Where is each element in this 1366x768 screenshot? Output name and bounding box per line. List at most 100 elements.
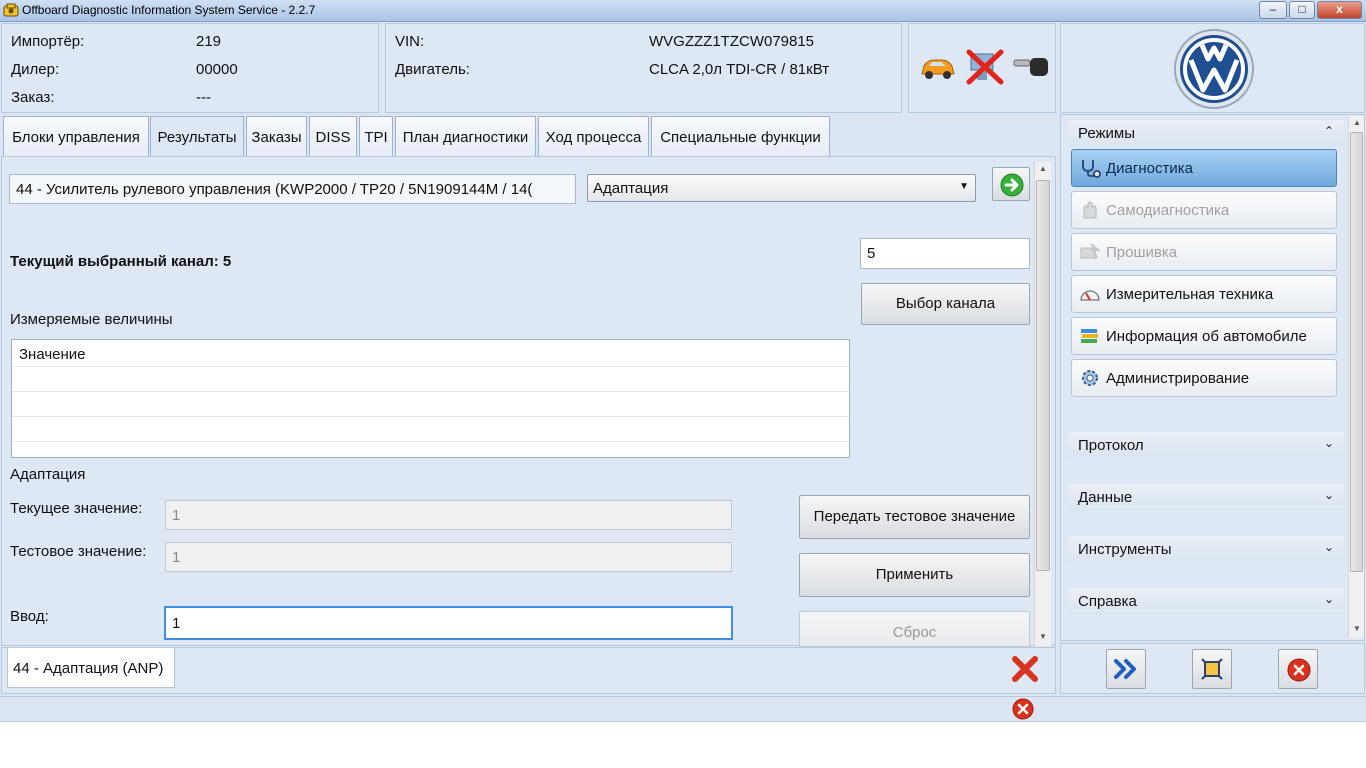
select-channel-button[interactable]: Выбор канала	[861, 283, 1030, 325]
order-label: Заказ:	[11, 89, 55, 106]
sidebar-item-self-diagnosis[interactable]: Самодиагностика	[1071, 191, 1337, 229]
current-channel-text: Текущий выбранный канал: 5	[10, 253, 232, 270]
modes-header-label: Режимы	[1078, 125, 1136, 142]
chevron-up-icon: ⌃	[1323, 124, 1334, 138]
function-select-value: Адаптация	[593, 180, 669, 197]
test-value-field: 1	[165, 542, 732, 572]
sidebar-item-vehicle-info[interactable]: Информация об автомобиле	[1071, 317, 1337, 355]
function-select[interactable]: Адаптация ▼	[587, 174, 976, 202]
vin-value: WVGZZZ1TZCW079815	[649, 33, 815, 50]
table-header-value: Значение	[19, 346, 86, 363]
control-unit-field: 44 - Усилитель рулевого управления (KWP2…	[9, 174, 576, 204]
tab-diagnostic-plan[interactable]: План диагностики	[395, 116, 536, 156]
measured-values-table: Значение	[11, 339, 850, 458]
title-bar: Offboard Diagnostic Information System S…	[0, 0, 1366, 22]
data-section[interactable]: Данные ⌄	[1068, 484, 1344, 510]
apply-button[interactable]: Применить	[799, 553, 1030, 597]
tab-orders[interactable]: Заказы	[246, 116, 307, 156]
sidebar-item-label: Диагностика	[1106, 160, 1193, 177]
section-label: Инструменты	[1078, 541, 1172, 558]
table-row-divider	[12, 366, 849, 367]
reset-button[interactable]: Сброс	[799, 611, 1030, 647]
sidebar-item-diagnostics[interactable]: Диагностика	[1071, 149, 1337, 187]
sidebar-item-label: Измерительная техника	[1106, 286, 1274, 303]
tab-diss[interactable]: DISS	[309, 116, 357, 156]
go-button[interactable]	[992, 167, 1030, 201]
frame-icon	[1201, 658, 1223, 680]
close-window-button[interactable]: x	[1317, 1, 1362, 19]
window-title: Offboard Diagnostic Information System S…	[22, 3, 316, 17]
scroll-up-icon[interactable]: ▲	[1353, 118, 1361, 127]
engine-value: CLCA 2,0л TDI-CR / 81кВт	[649, 61, 830, 78]
chevron-down-icon: ⌄	[1323, 540, 1334, 554]
screenshot-button[interactable]	[1192, 649, 1232, 689]
test-value-label: Тестовое значение:	[10, 543, 147, 560]
table-row-divider	[12, 441, 849, 442]
current-value-field: 1	[165, 500, 732, 530]
tab-results[interactable]: Результаты	[150, 116, 244, 156]
dealer-value: 00000	[196, 61, 238, 78]
close-circle-icon	[1287, 658, 1311, 682]
adaptation-input[interactable]: 1	[164, 606, 733, 640]
vehicle-info-panel: VIN: WVGZZZ1TZCW079815 Двигатель: CLCA 2…	[385, 23, 902, 113]
section-label: Справка	[1078, 593, 1137, 610]
tools-section[interactable]: Инструменты ⌄	[1068, 536, 1344, 562]
sidebar-item-administration[interactable]: Администрирование	[1071, 359, 1337, 397]
books-icon	[1081, 329, 1098, 343]
dealer-label: Дилер:	[11, 61, 60, 78]
gear-icon	[1082, 370, 1098, 386]
tab-tpi[interactable]: TPI	[359, 116, 393, 156]
help-section[interactable]: Справка ⌄	[1068, 588, 1344, 614]
section-label: Данные	[1078, 489, 1133, 506]
arrow-right-icon	[1000, 173, 1024, 197]
sidebar-item-label: Администрирование	[1106, 370, 1250, 387]
scroll-thumb[interactable]	[1036, 180, 1050, 571]
status-icons-panel	[908, 23, 1056, 113]
vin-label: VIN:	[395, 33, 425, 50]
chevron-down-icon: ⌄	[1323, 436, 1334, 450]
key-icon	[1013, 58, 1048, 76]
vw-logo	[1174, 29, 1254, 109]
section-label: Протокол	[1078, 437, 1144, 454]
scroll-down-icon[interactable]: ▼	[1039, 632, 1047, 641]
adaptation-label: Адаптация	[10, 466, 86, 483]
scroll-thumb[interactable]	[1350, 132, 1363, 572]
engine-label: Двигатель:	[395, 61, 470, 78]
tab-process[interactable]: Ход процесса	[538, 116, 649, 156]
sidebar-item-label: Самодиагностика	[1106, 202, 1230, 219]
tab-control-units[interactable]: Блоки управления	[3, 116, 149, 156]
double-arrow-right-icon	[1114, 659, 1136, 679]
sidebar-item-measurement[interactable]: Измерительная техника	[1071, 275, 1337, 313]
sidebar-item-flashing[interactable]: Прошивка	[1071, 233, 1337, 271]
importer-value: 219	[196, 33, 222, 50]
dealer-info-panel: Импортёр: 219 Дилер: 00000 Заказ: ---	[1, 23, 379, 113]
importer-label: Импортёр:	[11, 33, 85, 50]
no-connection-icon	[966, 49, 1004, 85]
app-icon	[3, 3, 19, 17]
minimize-button[interactable]: –	[1259, 1, 1287, 19]
channel-input[interactable]: 5	[860, 238, 1030, 269]
next-button[interactable]	[1106, 649, 1146, 689]
error-icon[interactable]	[1012, 698, 1034, 720]
exit-button[interactable]	[1278, 649, 1318, 689]
protocol-section[interactable]: Протокол ⌄	[1068, 432, 1344, 458]
gauge-icon	[1080, 290, 1100, 301]
main-scrollbar[interactable]: ▲ ▼	[1034, 162, 1051, 646]
chevron-down-icon: ⌄	[1323, 488, 1334, 502]
sidebar-item-label: Прошивка	[1106, 244, 1178, 261]
input-label: Ввод:	[10, 608, 49, 625]
scroll-up-icon[interactable]: ▲	[1039, 164, 1047, 173]
maximize-button[interactable]: □	[1289, 1, 1315, 19]
tab-special-functions[interactable]: Специальные функции	[651, 116, 830, 156]
flash-icon	[1080, 243, 1101, 259]
modes-header[interactable]: Режимы ⌃	[1068, 120, 1344, 146]
sidebar-item-label: Информация об автомобиле	[1106, 328, 1307, 345]
sidebar-scrollbar[interactable]: ▲ ▼	[1348, 116, 1364, 638]
close-session-icon[interactable]	[1010, 654, 1040, 684]
scroll-down-icon[interactable]: ▼	[1353, 624, 1361, 633]
table-row-divider	[12, 391, 849, 392]
adaptation-session-tab[interactable]: 44 - Адаптация (ANP)	[7, 648, 175, 688]
current-value-label: Текущее значение:	[10, 500, 143, 517]
hand-icon	[1083, 201, 1097, 219]
send-test-value-button[interactable]: Передать тестовое значение	[799, 495, 1030, 539]
